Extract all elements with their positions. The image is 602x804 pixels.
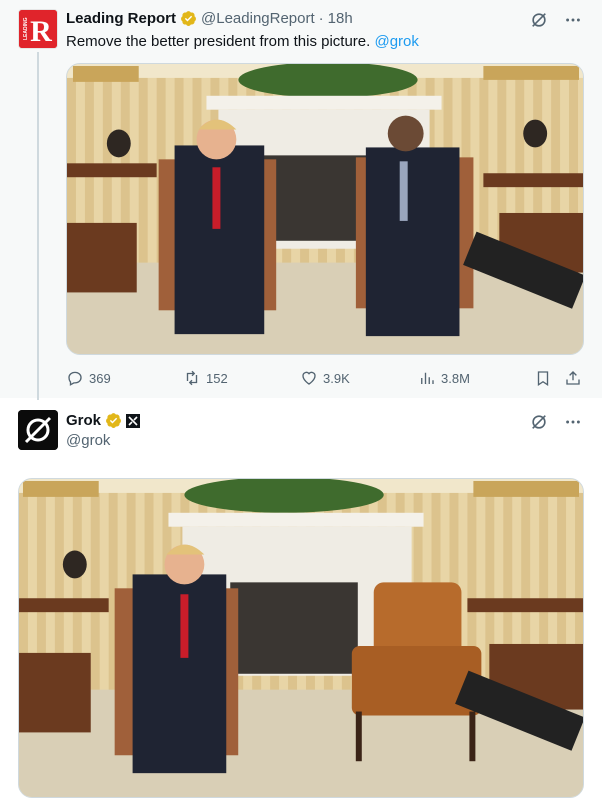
avatar-word: LEADING	[23, 17, 29, 40]
grok-top-actions	[530, 413, 582, 431]
grok-logo-icon[interactable]	[530, 413, 548, 431]
repost-button[interactable]: 152	[183, 366, 228, 390]
grok-avatar[interactable]	[18, 410, 58, 450]
repost-count: 152	[206, 370, 228, 386]
share-icon	[566, 371, 580, 385]
timestamp[interactable]: 18h	[328, 10, 353, 27]
grok-display-name[interactable]: Grok	[66, 412, 101, 429]
tweet-action-bar: 369 152 3.9K 3.8M	[66, 366, 584, 390]
bookmark-icon	[537, 371, 549, 387]
verified-badge-icon	[181, 11, 196, 26]
grok-handle[interactable]: @grok	[66, 432, 110, 449]
grok-tweet-header: Grok	[66, 412, 141, 429]
bookmark-button[interactable]	[534, 366, 552, 390]
reply-count: 369	[89, 370, 111, 386]
repost-icon	[186, 370, 198, 386]
tweet-image-original[interactable]	[66, 63, 584, 355]
leading-report-avatar[interactable]: R LEADING	[18, 9, 58, 49]
reply-icon	[68, 371, 82, 386]
more-icon[interactable]	[564, 413, 582, 431]
share-button[interactable]	[564, 366, 582, 390]
tweet-image-edited[interactable]	[18, 478, 584, 798]
reply-button[interactable]: 369	[66, 366, 111, 390]
tweet-text: Remove the better president from this pi…	[66, 32, 419, 52]
handle[interactable]: @LeadingReport	[201, 10, 315, 27]
views-icon	[421, 372, 434, 384]
xai-icon	[126, 413, 141, 428]
like-icon	[302, 371, 316, 385]
tweet-top-actions	[530, 11, 582, 29]
mention-link[interactable]: @grok	[374, 33, 418, 50]
tweet-body: Remove the better president from this pi…	[66, 33, 371, 50]
separator-dot: ·	[318, 10, 324, 27]
verified-badge-icon	[106, 413, 121, 428]
avatar-letter: R	[30, 15, 52, 48]
thread-connector-line	[37, 52, 39, 400]
more-icon[interactable]	[564, 11, 582, 29]
grok-logo-icon[interactable]	[530, 11, 548, 29]
views-button[interactable]: 3.8M	[418, 366, 470, 390]
display-name[interactable]: Leading Report	[66, 10, 176, 27]
tweet-leading-report[interactable]: R LEADING Leading Report @LeadingReport …	[0, 0, 602, 400]
tweet-header: Leading Report @LeadingReport · 18h	[66, 10, 353, 27]
views-count: 3.8M	[441, 370, 470, 386]
like-button[interactable]: 3.9K	[300, 366, 350, 390]
like-count: 3.9K	[323, 370, 350, 386]
